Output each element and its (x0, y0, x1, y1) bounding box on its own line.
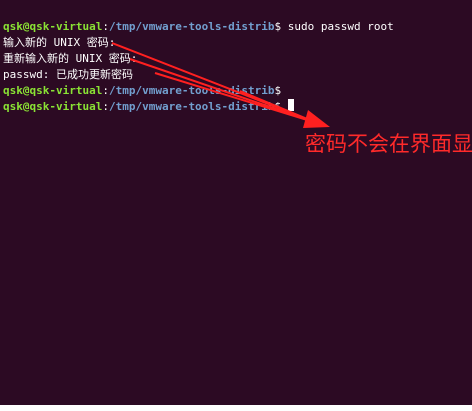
prompt-line-active[interactable]: qsk@qsk-virtual:/tmp/vmware-tools-distri… (3, 99, 394, 115)
text-cursor (287, 99, 294, 111)
output-line: 重新输入新的 UNIX 密码: (3, 52, 138, 65)
prompt-path: /tmp/vmware-tools-distrib (108, 100, 275, 113)
prompt-path: /tmp/vmware-tools-distrib (108, 20, 275, 33)
terminal-window[interactable]: qsk@qsk-virtual:/tmp/vmware-tools-distri… (0, 0, 472, 405)
prompt-symbol: $ (274, 100, 288, 113)
prompt-line-command: qsk@qsk-virtual:/tmp/vmware-tools-distri… (3, 19, 394, 35)
annotation-label: 密码不会在界面显示 (305, 132, 472, 156)
prompt-symbol: $ (274, 20, 288, 33)
output-line: 输入新的 UNIX 密码: (3, 36, 116, 49)
prompt-user-host: qsk@qsk-virtual (3, 20, 103, 33)
terminal-output: qsk@qsk-virtual:/tmp/vmware-tools-distri… (3, 19, 394, 115)
prompt-line: qsk@qsk-virtual:/tmp/vmware-tools-distri… (3, 83, 394, 99)
prompt-separator: : (102, 20, 109, 33)
prompt-separator: : (102, 84, 109, 97)
output-line: passwd: 已成功更新密码 (3, 68, 133, 81)
command-text: sudo passwd root (287, 20, 394, 33)
prompt-separator: : (102, 100, 109, 113)
prompt-path: /tmp/vmware-tools-distrib (108, 84, 275, 97)
prompt-user-host: qsk@qsk-virtual (3, 100, 103, 113)
prompt-user-host: qsk@qsk-virtual (3, 84, 103, 97)
prompt-symbol: $ (274, 84, 288, 97)
